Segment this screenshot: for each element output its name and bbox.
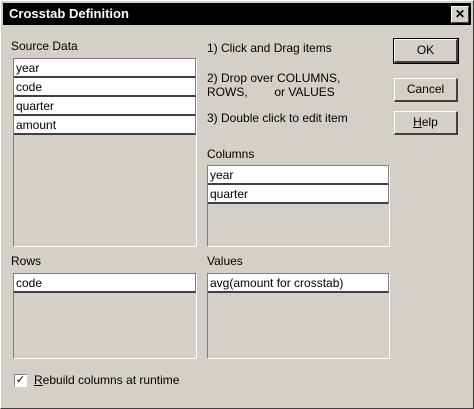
rows-label: Rows — [11, 254, 42, 268]
help-button[interactable]: Help — [394, 111, 458, 135]
instruction-step-1: 1) Click and Drag items — [207, 41, 332, 55]
crosstab-dialog: Crosstab Definition ✕ Source Data year c… — [0, 0, 474, 409]
source-data-list[interactable]: year code quarter amount — [13, 58, 197, 247]
row-item-code[interactable]: code — [14, 274, 196, 293]
source-item-amount[interactable]: amount — [14, 116, 196, 135]
dialog-title: Crosstab Definition — [9, 6, 129, 21]
checkmark-icon: ✓ — [15, 374, 26, 386]
title-bar: Crosstab Definition ✕ — [3, 3, 471, 25]
source-data-label: Source Data — [11, 39, 78, 53]
rebuild-columns-label[interactable]: Rebuild columns at runtime — [34, 373, 179, 387]
rows-list[interactable]: code — [13, 273, 197, 359]
rebuild-mnemonic: R — [34, 373, 43, 387]
close-icon: ✕ — [454, 7, 466, 21]
rebuild-label-rest: ebuild columns at runtime — [42, 373, 180, 387]
cancel-button[interactable]: Cancel — [394, 78, 458, 102]
values-list[interactable]: avg(amount for crosstab) — [207, 273, 390, 359]
instruction-step-3: 3) Double click to edit item — [207, 111, 348, 125]
source-item-quarter[interactable]: quarter — [14, 97, 196, 116]
rebuild-columns-checkbox[interactable]: ✓ — [14, 374, 27, 387]
source-item-code[interactable]: code — [14, 78, 196, 97]
column-item-quarter[interactable]: quarter — [208, 185, 389, 204]
columns-label: Columns — [207, 147, 255, 161]
help-mnemonic: H — [413, 115, 422, 129]
values-label: Values — [207, 254, 243, 268]
ok-button[interactable]: OK — [393, 38, 459, 64]
instruction-step-2: 2) Drop over COLUMNS, ROWS, or VALUES — [207, 71, 341, 99]
help-label-rest: elp — [421, 115, 438, 129]
value-item-avg-amount[interactable]: avg(amount for crosstab) — [208, 274, 389, 293]
close-button[interactable]: ✕ — [451, 6, 469, 23]
source-item-year[interactable]: year — [14, 59, 196, 78]
column-item-year[interactable]: year — [208, 166, 389, 185]
columns-list[interactable]: year quarter — [207, 165, 390, 247]
